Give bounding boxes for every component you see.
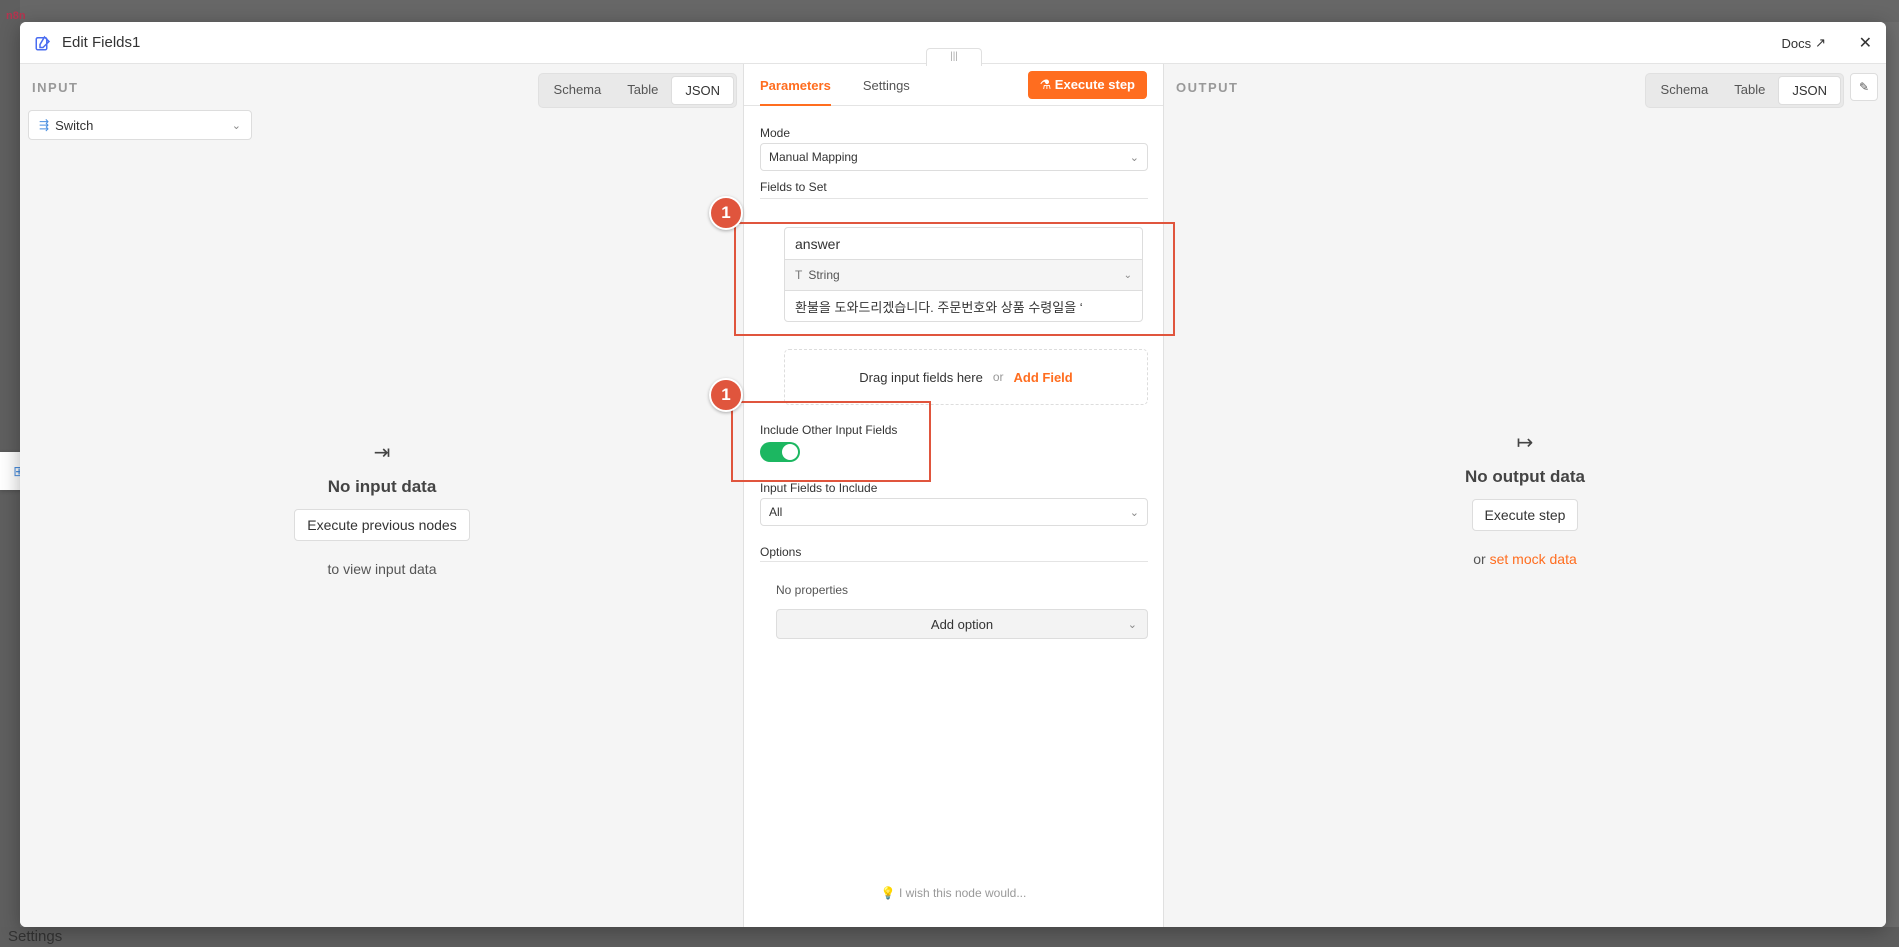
execute-previous-nodes-button[interactable]: Execute previous nodes <box>294 509 470 541</box>
fields-divider <box>760 198 1148 199</box>
input-view-json[interactable]: JSON <box>671 76 734 105</box>
input-view-table[interactable]: Table <box>614 76 671 105</box>
input-fields-include-select[interactable]: All ⌄ <box>760 498 1148 526</box>
mode-select[interactable]: Manual Mapping ⌄ <box>760 143 1148 171</box>
flask-icon: ⚗ <box>1039 77 1052 92</box>
no-output-title: No output data <box>1465 467 1585 486</box>
input-arrow-icon: ⇥ <box>373 442 391 464</box>
docs-label: Docs <box>1781 35 1812 51</box>
output-sub-prefix: or <box>1473 551 1486 567</box>
input-empty-state: ⇥ No input data Execute previous nodes t… <box>20 440 744 577</box>
docs-link[interactable]: Docs ↗ <box>1781 35 1826 51</box>
output-label: OUTPUT <box>1176 80 1239 95</box>
input-label: INPUT <box>32 80 79 95</box>
output-view-toggle: Schema Table JSON <box>1644 73 1844 108</box>
annotation-box-field <box>734 222 1175 336</box>
edit-icon <box>35 35 51 50</box>
background-topbar <box>0 0 1899 22</box>
input-fields-include-value: All <box>769 505 783 519</box>
tab-parameters[interactable]: Parameters <box>760 64 831 106</box>
input-empty-subtext: to view input data <box>327 561 437 577</box>
chevron-down-icon: ⌄ <box>1129 151 1139 164</box>
input-view-schema[interactable]: Schema <box>541 76 615 105</box>
mode-select-value: Manual Mapping <box>769 150 858 164</box>
execute-step-button[interactable]: ⚗ Execute step <box>1027 71 1147 99</box>
input-panel: INPUT Schema Table JSON ⇶ Switch ⌄ ⇥ No … <box>20 64 744 927</box>
input-view-toggle: Schema Table JSON <box>537 73 737 108</box>
tab-settings[interactable]: Settings <box>863 64 910 106</box>
feedback-link[interactable]: 💡 I wish this node would... <box>744 886 1163 900</box>
output-empty-state: ↦ No output data Execute step or set moc… <box>1164 430 1886 567</box>
output-view-table[interactable]: Table <box>1721 76 1778 105</box>
output-empty-subtext: or set mock data <box>1164 551 1886 567</box>
app-logo: n8n <box>6 10 26 22</box>
chevron-down-icon: ⌄ <box>231 119 241 132</box>
options-label: Options <box>760 545 802 559</box>
drag-fields-dropzone[interactable]: Drag input fields here or Add Field <box>784 349 1148 405</box>
annotation-badge: 1 <box>709 378 743 412</box>
input-fields-include-label: Input Fields to Include <box>760 481 878 495</box>
lightbulb-icon: 💡 <box>880 886 896 900</box>
output-panel: OUTPUT Schema Table JSON ✎ ↦ No output d… <box>1164 64 1886 927</box>
edit-output-button[interactable]: ✎ <box>1850 73 1878 101</box>
no-input-title: No input data <box>327 477 437 496</box>
no-properties-text: No properties <box>776 583 849 597</box>
close-icon[interactable]: ✕ <box>1859 33 1872 53</box>
add-option-select[interactable]: Add option ⌄ <box>776 609 1148 639</box>
input-node-select[interactable]: ⇶ Switch ⌄ <box>28 110 252 140</box>
switch-node-icon: ⇶ <box>39 118 50 132</box>
output-arrow-icon: ↦ <box>1516 432 1534 454</box>
modal-title: Edit Fields1 <box>62 34 141 51</box>
mode-label: Mode <box>760 126 791 140</box>
output-view-schema[interactable]: Schema <box>1648 76 1722 105</box>
input-node-select-value: Switch <box>55 117 94 133</box>
add-field-link[interactable]: Add Field <box>1014 370 1073 385</box>
execute-step-label: Execute step <box>1054 77 1135 92</box>
fields-to-set-label: Fields to Set <box>760 180 827 194</box>
add-option-label: Add option <box>930 616 994 632</box>
modal-body: INPUT Schema Table JSON ⇶ Switch ⌄ ⇥ No … <box>20 48 1886 927</box>
chevron-down-icon: ⌄ <box>1127 618 1137 631</box>
annotation-box-toggle <box>731 401 931 482</box>
pencil-icon: ✎ <box>1858 80 1870 94</box>
output-execute-step-button[interactable]: Execute step <box>1471 499 1579 531</box>
chevron-down-icon: ⌄ <box>1129 506 1139 519</box>
set-mock-data-link[interactable]: set mock data <box>1490 551 1577 567</box>
dropzone-text: Drag input fields here <box>859 369 983 385</box>
dropzone-or: or <box>992 370 1004 384</box>
output-view-json[interactable]: JSON <box>1778 76 1841 105</box>
feedback-text: I wish this node would... <box>898 886 1027 900</box>
options-divider <box>760 561 1148 562</box>
edit-node-modal: Edit Fields1 Docs ↗ ✕ INPUT Schema Table… <box>20 22 1886 927</box>
background-bottombar: Settings <box>0 927 1899 947</box>
settings-link[interactable]: Settings <box>8 928 62 945</box>
external-link-icon: ↗ <box>1815 35 1826 50</box>
parameters-panel: ||| Parameters Settings ⚗ Execute step M… <box>744 48 1164 927</box>
annotation-badge: 1 <box>709 196 743 230</box>
